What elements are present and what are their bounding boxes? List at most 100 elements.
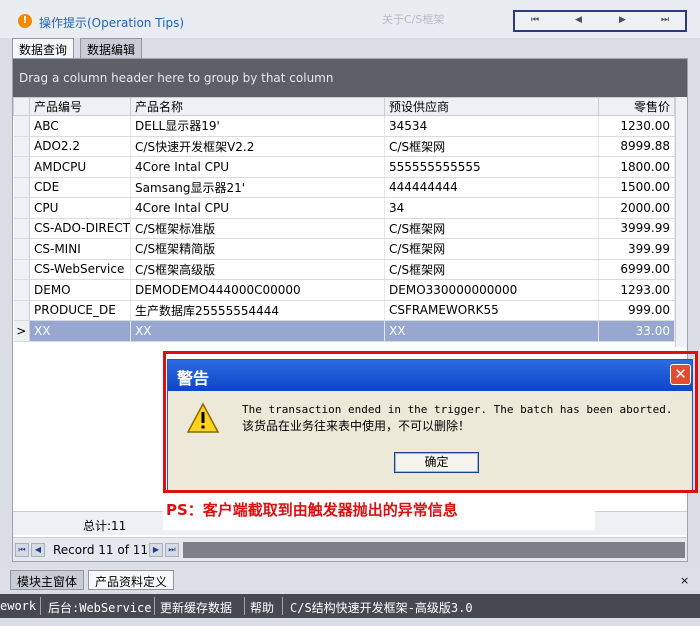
cell-price[interactable]: 1230.00 (598, 115, 675, 137)
grid-header-row: 产品编号 产品名称 预设供应商 零售价 (13, 97, 675, 116)
cell-code[interactable]: CS-MINI (29, 238, 132, 260)
cell-supplier[interactable]: C/S框架网 (384, 218, 600, 239)
cell-code[interactable]: ABC (29, 115, 132, 137)
status-app-title: C/S结构快速开发框架-高级版3.0 (290, 601, 473, 615)
next-page-icon[interactable]: ▶ (149, 543, 163, 557)
vertical-scrollbar[interactable] (675, 97, 687, 347)
column-header-price[interactable]: 零售价 (598, 97, 675, 116)
operation-tips-link[interactable]: 操作提示(Operation Tips) (39, 14, 184, 31)
column-header-code[interactable]: 产品编号 (28, 97, 132, 116)
dialog-message-sql: The transaction ended in the trigger. Th… (242, 403, 673, 416)
row-indicator-current: > (13, 320, 30, 342)
cell-supplier[interactable]: XX (384, 320, 600, 342)
cell-code[interactable]: AMDCPU (29, 156, 132, 178)
cell-price[interactable]: 1293.00 (598, 279, 675, 301)
cell-code[interactable]: CS-ADO-DIRECT (29, 218, 132, 239)
next-record-icon[interactable]: ▶ (619, 15, 626, 25)
cell-name[interactable]: XX (130, 320, 386, 342)
cell-name[interactable]: DELL显示器19' (130, 115, 386, 137)
cell-code[interactable]: DEMO (29, 279, 132, 301)
record-indicator: Record 11 of 11 (53, 543, 149, 557)
table-row-selected[interactable]: > XX XX XX 33.00 (13, 320, 675, 342)
cell-price[interactable]: 1800.00 (598, 156, 675, 178)
status-item-backend: 后台:WebService (48, 601, 152, 615)
first-page-icon[interactable]: ⏮ (15, 543, 29, 557)
cell-price[interactable]: 8999.88 (598, 136, 675, 157)
status-divider (154, 597, 155, 615)
cell-price[interactable]: 3999.99 (598, 218, 675, 239)
cell-supplier[interactable]: 34 (384, 197, 600, 219)
cell-name[interactable]: C/S框架精简版 (130, 238, 386, 260)
cell-price[interactable]: 6999.00 (598, 259, 675, 280)
background-window-title: 关于C/S框架 (382, 13, 445, 26)
cell-name[interactable]: C/S快速开发框架V2.2 (130, 136, 386, 157)
row-indicator (13, 115, 30, 137)
cell-supplier[interactable]: C/S框架网 (384, 238, 600, 260)
prev-page-icon[interactable]: ◀ (31, 543, 45, 557)
table-row[interactable]: CS-MINI C/S框架精简版 C/S框架网 399.99 (13, 238, 675, 260)
cell-price[interactable]: 2000.00 (598, 197, 675, 219)
row-indicator (13, 177, 30, 198)
cell-code[interactable]: XX (29, 320, 132, 342)
last-page-icon[interactable]: ⏭ (165, 543, 179, 557)
cell-code[interactable]: ADO2.2 (29, 136, 132, 157)
cell-code[interactable]: PRODUCE_DE (29, 300, 132, 321)
table-row[interactable]: PRODUCE_DE 生产数据库25555554444 CSFRAMEWORK5… (13, 300, 675, 321)
cell-code[interactable]: CDE (29, 177, 132, 198)
column-header-name[interactable]: 产品名称 (130, 97, 386, 116)
ok-button[interactable]: 确定 (394, 452, 479, 473)
cell-name[interactable]: Samsang显示器21' (130, 177, 386, 198)
status-help[interactable]: 帮助 (250, 599, 274, 616)
cell-name[interactable]: 4Core Intal CPU (130, 197, 386, 219)
tab-data-query[interactable]: 数据查询 (12, 38, 75, 58)
table-row[interactable]: DEMO DEMODEMO444000C00000 DEMO3300000000… (13, 279, 675, 301)
record-pager: ⏮ ◀ Record 11 of 11 ▶ ⏭ (13, 537, 687, 561)
status-refresh-cache[interactable]: 更新缓存数据 (160, 599, 232, 616)
last-record-icon[interactable]: ⏭ (661, 15, 669, 25)
cell-code[interactable]: CS-WebService (29, 259, 132, 280)
table-row[interactable]: CDE Samsang显示器21' 444444444 1500.00 (13, 177, 675, 198)
cell-supplier[interactable]: 34534 (384, 115, 600, 137)
tab-main-module[interactable]: 模块主窗体 (10, 570, 85, 590)
table-row[interactable]: ABC DELL显示器19' 34534 1230.00 (13, 115, 675, 137)
table-row[interactable]: CPU 4Core Intal CPU 34 2000.00 (13, 197, 675, 219)
info-icon: ! (18, 14, 32, 28)
tab-strip: 数据查询 数据编辑 (12, 38, 688, 58)
cell-price[interactable]: 1500.00 (598, 177, 675, 198)
cell-name[interactable]: C/S框架高级版 (130, 259, 386, 280)
cell-price[interactable]: 999.00 (598, 300, 675, 321)
cell-name[interactable]: 4Core Intal CPU (130, 156, 386, 178)
close-tab-icon[interactable]: × (680, 574, 689, 587)
tab-data-edit[interactable]: 数据编辑 (80, 38, 143, 58)
cell-price[interactable]: 399.99 (598, 238, 675, 260)
table-row[interactable]: CS-WebService C/S框架高级版 C/S框架网 6999.00 (13, 259, 675, 280)
cell-supplier[interactable]: C/S框架网 (384, 136, 600, 157)
cell-name[interactable]: C/S框架标准版 (130, 218, 386, 239)
dialog-title: 警告 (168, 360, 692, 391)
cell-supplier[interactable]: C/S框架网 (384, 259, 600, 280)
dialog-message-cn: 该货品在业务往来表中使用，不可以删除！ (242, 419, 471, 433)
cell-supplier[interactable]: CSFRAMEWORK55 (384, 300, 600, 321)
column-header-supplier[interactable]: 预设供应商 (384, 97, 600, 116)
cell-supplier[interactable]: 555555555555 (384, 156, 600, 178)
cell-supplier[interactable]: 444444444 (384, 177, 600, 198)
table-row[interactable]: CS-ADO-DIRECT C/S框架标准版 C/S框架网 3999.99 (13, 218, 675, 239)
cell-name[interactable]: 生产数据库25555554444 (130, 300, 386, 321)
cell-supplier[interactable]: DEMO330000000000 (384, 279, 600, 301)
group-panel[interactable]: Drag a column header here to group by th… (13, 59, 687, 97)
table-row[interactable]: ADO2.2 C/S快速开发框架V2.2 C/S框架网 8999.88 (13, 136, 675, 157)
table-row[interactable]: AMDCPU 4Core Intal CPU 555555555555 1800… (13, 156, 675, 178)
cell-code[interactable]: CPU (29, 197, 132, 219)
row-indicator (13, 300, 30, 321)
status-divider (40, 597, 41, 615)
horizontal-scrollbar[interactable] (183, 542, 685, 558)
tab-product-definition[interactable]: 产品资料定义 (88, 570, 175, 590)
cell-name[interactable]: DEMODEMO444000C00000 (130, 279, 386, 301)
first-record-icon[interactable]: ⏮ (531, 15, 539, 25)
row-indicator (13, 156, 30, 178)
prev-record-icon[interactable]: ◀ (575, 15, 582, 25)
top-bar: ! 操作提示(Operation Tips) 关于C/S框架 ⏮ ◀ ▶ ⏭ (0, 0, 700, 38)
close-icon[interactable]: ✕ (670, 364, 691, 385)
cell-price[interactable]: 33.00 (598, 320, 675, 342)
row-indicator (13, 259, 30, 280)
